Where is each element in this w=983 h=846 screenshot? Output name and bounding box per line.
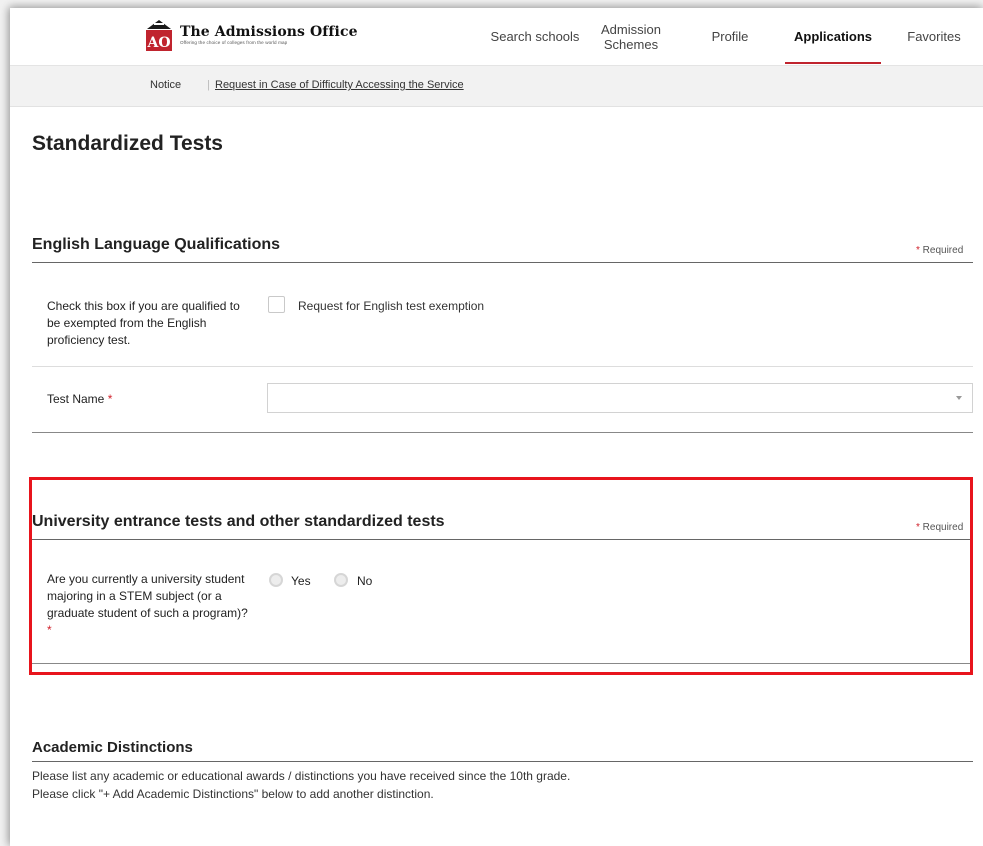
row-divider [32, 366, 973, 367]
building-icon: AO [146, 19, 172, 51]
page-title: Standardized Tests [32, 132, 223, 155]
entrance-section-title: University entrance tests and other stan… [32, 513, 445, 530]
app-window: AO The Admissions Office Offering the ch… [10, 8, 983, 846]
chevron-down-icon [956, 396, 962, 400]
difficulty-access-link[interactable]: Request in Case of Difficulty Accessing … [215, 79, 464, 91]
logo-tagline: Offering the choice of colleges from the… [180, 39, 288, 45]
active-tab-indicator [785, 62, 881, 64]
stem-yes-label[interactable]: Yes [291, 574, 311, 588]
notice-label: Notice [150, 79, 182, 91]
section-divider [32, 262, 973, 263]
logo-text: The Admissions Office Offering the choic… [180, 25, 358, 46]
logo-title: The Admissions Office [180, 23, 358, 40]
section-divider [32, 539, 973, 540]
exemption-label: Check this box if you are qualified to b… [47, 299, 240, 347]
required-text: Required [922, 245, 964, 256]
exemption-checkbox[interactable] [268, 296, 285, 313]
nav-search-schools[interactable]: Search schools [480, 8, 590, 65]
section-end-divider [32, 432, 973, 433]
nav-profile[interactable]: Profile [700, 8, 760, 65]
academic-instructions-line-2: Please click "+ Add Academic Distinction… [32, 787, 434, 801]
test-name-label-text: Test Name [47, 392, 105, 406]
test-name-select[interactable] [267, 383, 973, 413]
stem-question: Are you currently a university student m… [47, 572, 248, 637]
logo[interactable]: AO The Admissions Office Offering the ch… [146, 18, 358, 52]
academic-section-title: Academic Distinctions [32, 739, 193, 756]
stem-no-radio[interactable] [334, 573, 348, 587]
stem-question-text: Are you currently a university student m… [47, 572, 248, 620]
required-note: * Required [916, 522, 964, 533]
required-text: Required [922, 522, 964, 533]
top-nav-bar: AO The Admissions Office Offering the ch… [10, 8, 983, 66]
stem-no-label[interactable]: No [357, 574, 372, 588]
english-section-title: English Language Qualifications [32, 236, 281, 253]
academic-instructions-line-1: Please list any academic or educational … [32, 769, 571, 783]
nav-admission-schemes[interactable]: Admission Schemes [593, 8, 669, 65]
section-divider [32, 761, 973, 762]
nav-favorites[interactable]: Favorites [894, 8, 974, 65]
stem-yes-radio[interactable] [269, 573, 283, 587]
logo-monogram: AO [146, 35, 170, 51]
required-note: * Required [916, 245, 964, 256]
exemption-checkbox-label[interactable]: Request for English test exemption [298, 299, 484, 313]
nav-applications[interactable]: Applications [785, 8, 881, 65]
notice-bar: Notice | Request in Case of Difficulty A… [10, 66, 983, 107]
section-end-divider [32, 663, 973, 664]
test-name-label: Test Name * [47, 392, 113, 406]
notice-separator: | [207, 79, 210, 91]
